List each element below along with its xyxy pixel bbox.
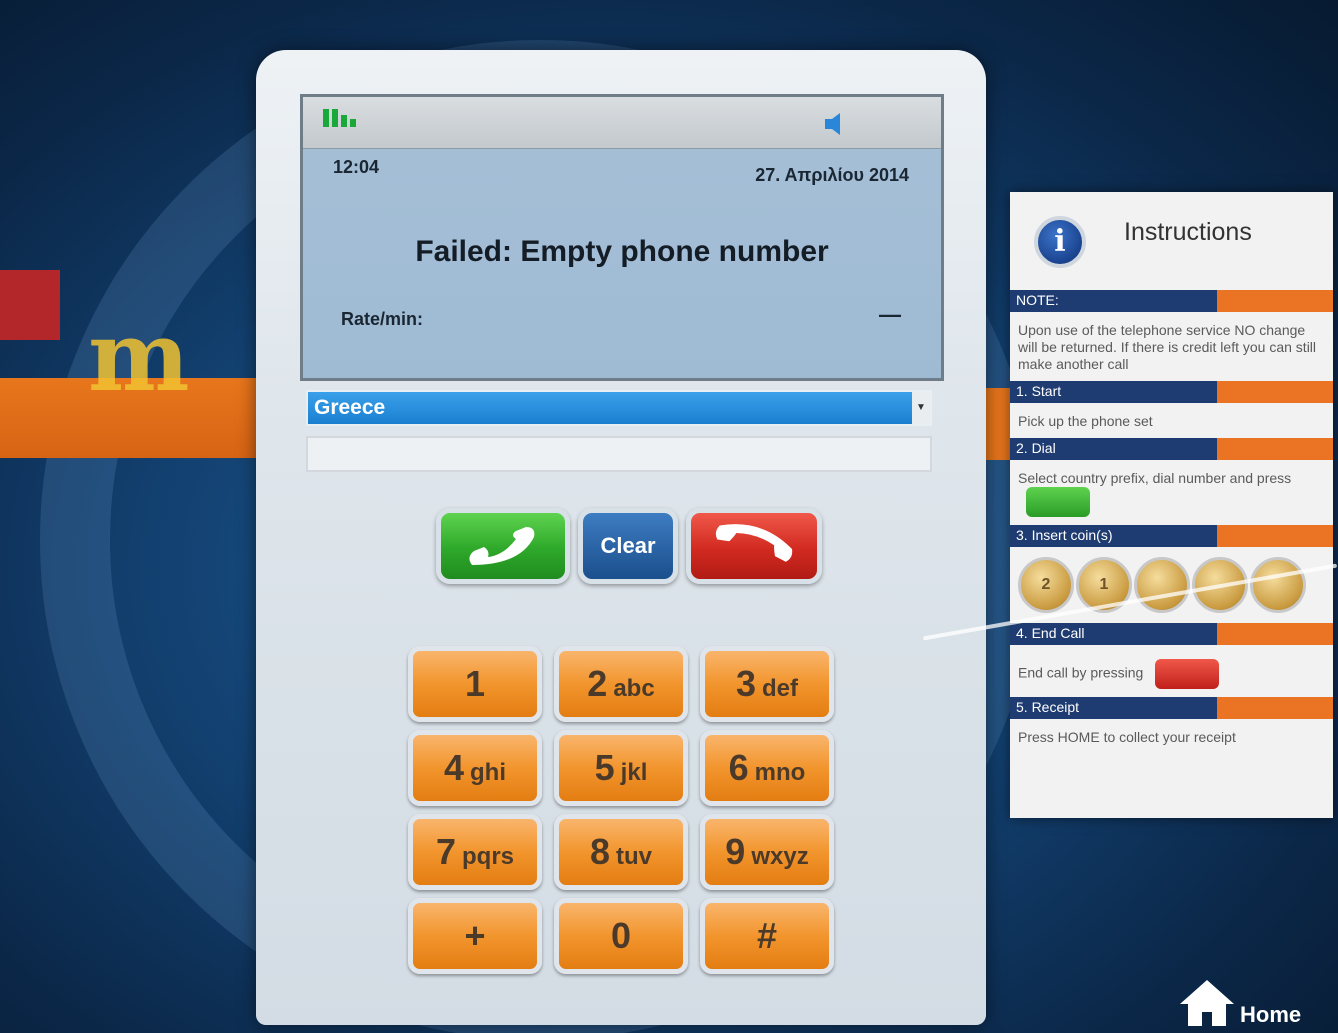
key-letters: abc [613,675,655,702]
keypad-key[interactable]: + [408,898,542,974]
step-dial-body: Select country prefix, dial number and p… [1010,460,1333,525]
key-letters: pqrs [462,843,515,870]
country-select-value: Greece [314,396,386,419]
key-digit: 9 [725,831,746,872]
keypad-key[interactable]: 7 pqrs [408,814,542,890]
instructions-panel: i Instructions NOTE: Upon use of the tel… [1010,192,1333,818]
phone-display: 12:04 27. Απριλίου 2014 Failed: Empty ph… [300,94,944,381]
instructions-title: Instructions [1124,218,1252,246]
phone-handset-icon [1026,487,1090,517]
step-title: 1. Start [1010,381,1217,403]
rate-label: Rate/min: [341,309,424,329]
keypad-key[interactable]: 1 [408,646,542,722]
step-end-call-body: End call by pressing [1010,645,1333,697]
phone-handset-icon [469,527,535,565]
note-title: NOTE: [1010,290,1217,312]
coin-icon: 2 [1018,557,1074,613]
key-letters: jkl [620,759,648,786]
step-title: 4. End Call [1010,623,1217,645]
keypad-key[interactable]: 0 [554,898,688,974]
keypad-key[interactable]: 9 wxyz [700,814,834,890]
step-receipt-bar: 5. Receipt [1010,697,1333,719]
status-message: Failed: Empty phone number [415,235,829,268]
speaker-icon [825,113,840,135]
home-button[interactable]: Home [1178,978,1301,1028]
step-dial-bar: 2. Dial [1010,438,1333,460]
keypad-key[interactable]: # [700,898,834,974]
info-icon: i [1034,216,1086,268]
keypad-key[interactable]: 4 ghi [408,730,542,806]
key-digit: 8 [589,831,611,872]
note-text: Upon use of the telephone service NO cha… [1018,322,1317,372]
chevron-down-icon[interactable]: ▼ [912,392,930,424]
keypad-key[interactable]: 3 def [700,646,834,722]
key-digit: 6 [728,747,749,788]
step-text: End call by pressing [1018,664,1144,681]
keypad-key[interactable]: 8 tuv [554,814,688,890]
key-digit: 1 [464,663,486,704]
coin-icon [1134,557,1190,613]
rate-value: — [879,302,901,327]
hang-up-icon [715,524,793,562]
key-letters: ghi [470,759,507,786]
current-date: 27. Απριλίου 2014 [755,165,909,185]
key-digit: 5 [594,747,615,788]
home-icon [1180,980,1234,1026]
background-logo: m [88,300,190,413]
key-letters: def [762,675,799,702]
step-end-call-bar: 4. End Call [1010,623,1333,645]
clear-button[interactable]: Clear [578,508,678,584]
signal-bars-icon [323,109,356,127]
instructions-header: i Instructions [1010,192,1333,290]
key-letters: wxyz [751,843,809,870]
step-text: Press HOME to collect your receipt [1018,729,1236,745]
key-digit: 7 [435,831,456,872]
keypad-key[interactable]: 6 mno [700,730,834,806]
key-digit: 2 [587,663,608,704]
phone-panel: 12:04 27. Απριλίου 2014 Failed: Empty ph… [256,50,986,1025]
step-title: 3. Insert coin(s) [1010,525,1217,547]
country-select[interactable]: Greece ▼ [306,390,932,426]
step-start-bar: 1. Start [1010,381,1333,403]
key-digit: 3 [735,663,757,704]
coin-icon [1250,557,1306,613]
key-letters: tuv [616,843,653,870]
phone-number-field[interactable] [306,436,932,472]
clock-time: 12:04 [333,157,380,177]
home-label: Home [1240,1002,1302,1027]
step-coins-bar: 3. Insert coin(s) [1010,525,1333,547]
background-sign [0,270,60,340]
display-status-strip [303,97,941,149]
step-text: Select country prefix, dial number and p… [1018,470,1292,486]
note-bar: NOTE: [1010,290,1333,312]
call-button[interactable] [436,508,570,584]
key-digit: # [756,915,778,956]
key-digit: 4 [443,747,465,788]
keypad-key[interactable]: 2 abc [554,646,688,722]
hang-up-button[interactable] [686,508,822,584]
step-title: 2. Dial [1010,438,1217,460]
step-text: Pick up the phone set [1018,413,1153,429]
step-title: 5. Receipt [1010,697,1217,719]
hang-up-icon [1155,659,1220,689]
keypad: 1 2 abc 3 def 4 ghi 5 jkl 6 mno 7 pqrs 8 tuv 9 wxyz +0 # [408,646,848,974]
keypad-key[interactable]: 5 jkl [554,730,688,806]
key-digit: 0 [610,915,632,956]
key-letters: mno [754,759,806,786]
key-digit: + [464,915,486,956]
